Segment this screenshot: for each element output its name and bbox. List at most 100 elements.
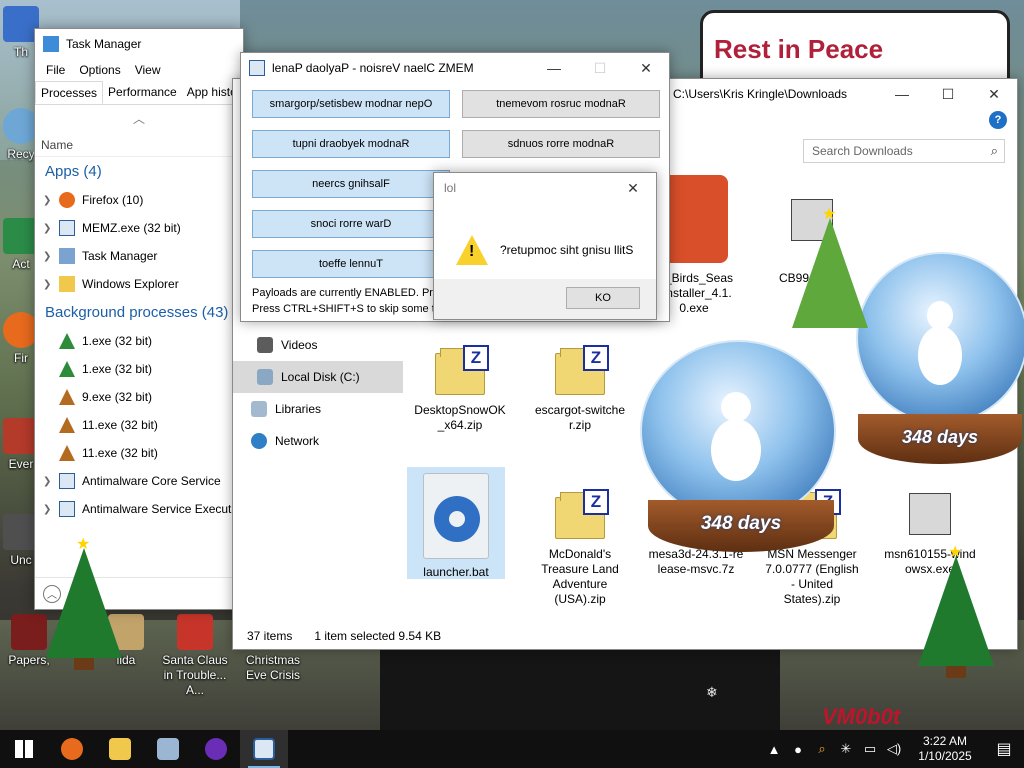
tray-snow-icon[interactable]: ✳ [834,730,858,768]
maximize-button[interactable]: ☐ [577,53,623,83]
snowman-icon [918,301,962,386]
file-label: McDonald's Treasure Land Adventure (USA)… [541,547,619,606]
process-row[interactable]: 1.exe (32 bit) [35,355,243,383]
desktop-icon-label: Unc [10,553,32,567]
process-row[interactable]: ❯ MEMZ.exe (32 bit) [35,214,243,242]
menu-options[interactable]: Options [72,63,127,77]
tab-performance[interactable]: Performance [103,81,182,104]
process-row[interactable]: ❯ Task Manager [35,242,243,270]
start-button[interactable] [0,730,48,768]
taskbar-firefox[interactable] [48,730,96,768]
minimize-button[interactable]: — [531,53,577,83]
memz-titlebar[interactable]: lenaP daolyaP - noisreV naelC ZMEM — ☐ ✕ [241,53,669,83]
process-row[interactable]: 11.exe (32 bit) [35,439,243,467]
nav-item-network[interactable]: Network [233,425,403,457]
payload-button-cursor[interactable]: tnemevom rosruc modnaR [462,90,660,118]
nav-item-label: Videos [281,338,318,352]
process-row[interactable]: ❯ Firefox (10) [35,186,243,214]
file-item-selected[interactable]: launcher.bat [407,467,505,579]
wallpaper-watermark: VM0b0t [822,704,901,729]
wallpaper-sign-text: Rest in Peace [714,34,884,64]
chevron-right-icon[interactable]: ❯ [43,476,59,487]
tree-icon [59,389,75,405]
globe-days-label: 348 days [858,414,1022,464]
lol-title: lol [444,181,457,195]
nav-item-label: Network [275,434,320,448]
file-item[interactable]: Z escargot-switche r.zip [531,345,629,433]
close-button[interactable]: ✕ [971,79,1017,109]
desktop-icon-label: Th [13,45,28,59]
network-icon[interactable]: ▭ [858,730,882,768]
task-manager-titlebar[interactable]: Task Manager [35,29,243,59]
snowflake-icon: ❄ [850,606,862,622]
taskbar-memz-panel[interactable] [240,730,288,768]
tray-app-icon[interactable]: ▲ [762,730,786,768]
app-icon [11,614,47,650]
desktop-icon-label: Santa Claus in Trouble... A... [162,653,228,697]
payload-button-error-icons[interactable]: snoci rorre warD [252,210,450,238]
tree-icon [59,445,75,461]
tray-search-icon[interactable]: ⌕ [810,730,834,768]
process-row[interactable]: 9.exe (32 bit) [35,383,243,411]
window-icon [59,473,75,489]
payload-button-flashing[interactable]: neercs gnihsalF [252,170,450,198]
menu-view[interactable]: View [128,63,168,77]
folder-icon [59,276,75,292]
taskbar-file-explorer[interactable] [96,730,144,768]
maximize-button[interactable]: ☐ [925,79,971,109]
close-button[interactable]: ✕ [623,53,669,83]
desktop-icon-label: Ever [8,457,34,471]
memz-status-message: Payloads are currently ENABLED. Press Pr… [252,287,442,315]
disk-icon [257,369,273,385]
game-icon [177,614,213,650]
process-row[interactable]: ❯ Antimalware Service Executa [35,495,243,523]
chevron-right-icon[interactable]: ❯ [43,504,59,515]
ok-button[interactable]: KO [566,287,640,309]
snow-globe [640,340,836,522]
chevron-right-icon[interactable]: ❯ [43,223,59,234]
desktop-icon-santa[interactable]: Santa Claus in Trouble... A... [156,614,234,698]
tab-processes[interactable]: Processes [35,81,104,104]
nav-item-local-disk[interactable]: Local Disk (C:) [233,361,403,393]
column-header-name[interactable]: Name [35,133,243,157]
notification-icon[interactable]: ▤ [984,730,1024,768]
process-row[interactable]: 1.exe (32 bit) [35,327,243,355]
process-row[interactable]: ❯ Antimalware Core Service [35,467,243,495]
payload-button-open-websites[interactable]: smargorp/setisbew modnar nepO [252,90,450,118]
window-icon [253,738,275,760]
lol-body: ! ?retupmoc siht gnisu llitS [434,203,656,277]
help-icon[interactable]: ? [989,111,1007,129]
taskbar-memz-app[interactable] [192,730,240,768]
file-item[interactable]: Z DesktopSnowOK _x64.zip [411,345,509,433]
zip-icon: Z [553,345,609,395]
payload-button-keyboard[interactable]: tupni draobyek modnaR [252,130,450,158]
tree-icon [59,333,75,349]
payload-button-tunnel[interactable]: toeffe lennuT [252,250,450,278]
warning-icon: ! [456,235,488,265]
close-button[interactable]: ✕ [610,173,656,203]
installer-icon [903,491,957,539]
chevron-right-icon[interactable]: ❯ [43,195,59,206]
nav-item-videos[interactable]: Videos [233,329,403,361]
taskbar-app[interactable] [144,730,192,768]
process-name: 1.exe (32 bit) [82,362,153,376]
menu-file[interactable]: File [39,63,72,77]
process-row[interactable]: ❯ Windows Explorer [35,270,243,298]
navigation-pane: Videos Local Disk (C:) Libraries Network [233,329,403,457]
process-row[interactable]: 11.exe (32 bit) [35,411,243,439]
file-item[interactable]: Z McDonald's Treasure Land Adventure (US… [531,489,629,607]
search-icon: ⌕ [990,143,998,158]
process-name: 11.exe (32 bit) [82,418,158,432]
tray-drop-icon[interactable]: ● [786,730,810,768]
system-clock[interactable]: 3:22 AM 1/10/2025 [906,734,984,764]
payload-button-sounds[interactable]: sdnuos rorre modnaR [462,130,660,158]
chevron-right-icon[interactable]: ❯ [43,279,59,290]
chevron-right-icon[interactable]: ❯ [43,251,59,262]
lol-titlebar[interactable]: lol ✕ [434,173,656,203]
search-input[interactable]: Search Downloads ⌕ [803,139,1005,163]
batch-file-icon [423,473,489,559]
sort-chevron-up-icon[interactable]: ︿ [35,105,243,133]
minimize-button[interactable]: — [879,79,925,109]
volume-icon[interactable]: ◁) [882,730,906,768]
nav-item-libraries[interactable]: Libraries [233,393,403,425]
